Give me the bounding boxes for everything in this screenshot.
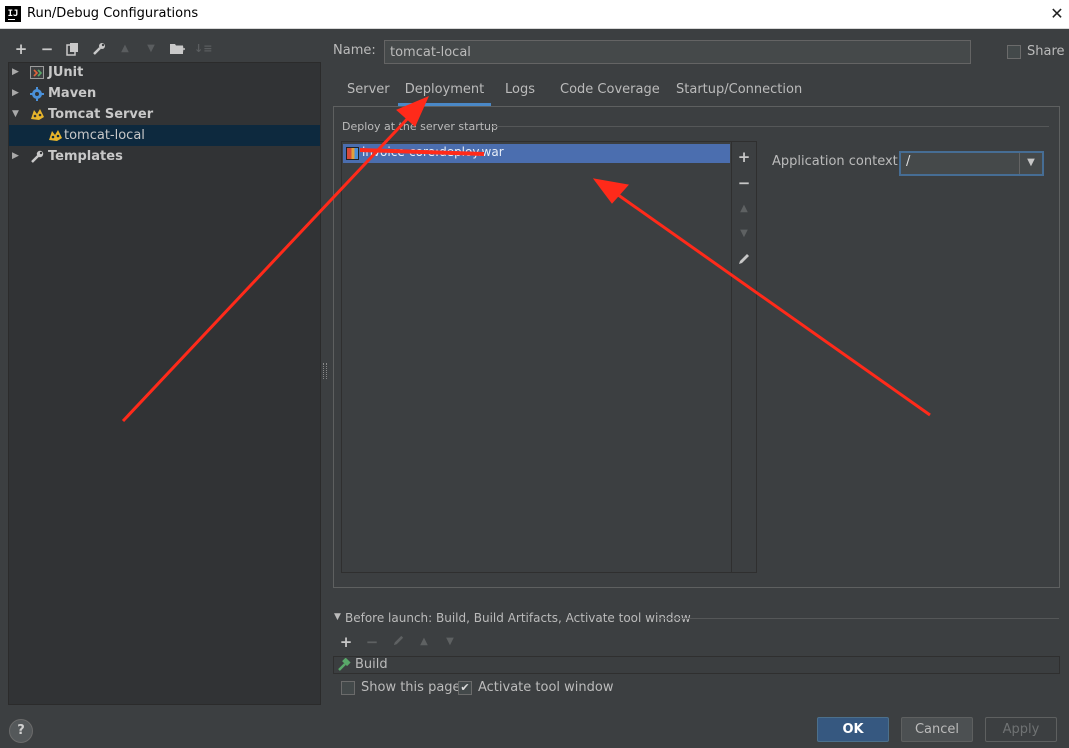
move-up-icon[interactable]: ▲ [736, 201, 752, 217]
wrench-icon[interactable] [90, 40, 108, 58]
remove-artifact-icon[interactable]: − [736, 175, 752, 191]
artifact-name[interactable]: invoice-core:deploy.war [362, 145, 504, 159]
edit-pencil-icon[interactable] [390, 634, 406, 650]
tab-deployment[interactable]: Deployment [398, 82, 491, 106]
add-artifact-icon[interactable]: + [736, 149, 752, 165]
tomcat-icon [30, 107, 45, 122]
activate-tool-window-label[interactable]: Activate tool window [478, 680, 613, 695]
maven-gear-icon [30, 86, 45, 101]
share-checkbox[interactable] [1007, 45, 1021, 59]
application-context-value[interactable]: / [906, 154, 910, 169]
ok-button[interactable]: OK [817, 717, 889, 742]
move-down-icon[interactable]: ▼ [736, 226, 752, 242]
application-context-label: Application context: [772, 154, 903, 169]
edit-pencil-icon[interactable] [736, 252, 752, 268]
hammer-icon [337, 657, 351, 672]
tree-item-templates[interactable]: ▶ Templates [9, 146, 320, 167]
tree-item-label: Tomcat Server [48, 107, 154, 122]
name-input[interactable] [384, 40, 971, 64]
tomcat-icon [48, 128, 63, 143]
wrench-icon [30, 149, 45, 164]
share-label[interactable]: Share [1027, 44, 1065, 59]
cancel-button[interactable]: Cancel [901, 717, 973, 742]
copy-icon[interactable] [64, 40, 82, 58]
tree-item-label: JUnit [48, 65, 84, 80]
tree-item-maven[interactable]: ▶ Maven [9, 83, 320, 104]
junit-icon [30, 65, 45, 80]
tree-item-label: Templates [48, 149, 123, 164]
section-divider [491, 126, 1049, 127]
remove-icon[interactable]: − [38, 40, 56, 58]
move-up-icon[interactable]: ▲ [416, 634, 432, 650]
tree-item-label: Maven [48, 86, 97, 101]
combobox-divider [1019, 153, 1020, 174]
chevron-down-icon[interactable]: ▼ [1023, 155, 1039, 171]
tab-startup-connection[interactable]: Startup/Connection [676, 82, 802, 106]
expand-arrow-icon[interactable]: ▶ [12, 146, 19, 167]
tab-server[interactable]: Server [347, 82, 390, 106]
before-launch-task-list[interactable] [333, 656, 1060, 674]
tree-item-tomcat-server[interactable]: ▼ Tomcat Server [9, 104, 320, 125]
help-button[interactable]: ? [9, 719, 33, 743]
apply-button[interactable]: Apply [985, 717, 1057, 742]
artifact-list[interactable] [341, 141, 757, 573]
show-this-page-checkbox[interactable] [341, 681, 355, 695]
folder-icon[interactable] [168, 40, 186, 58]
section-divider [657, 618, 1059, 619]
expand-arrow-icon[interactable]: ▶ [12, 62, 19, 83]
splitter-handle[interactable] [323, 363, 327, 379]
remove-task-icon[interactable]: − [364, 634, 380, 650]
add-icon[interactable]: + [12, 40, 30, 58]
move-up-icon[interactable]: ▲ [116, 40, 134, 58]
move-down-icon[interactable]: ▼ [442, 634, 458, 650]
add-task-icon[interactable]: + [338, 634, 354, 650]
expand-arrow-icon[interactable]: ▶ [12, 83, 19, 104]
tree-item-label: tomcat-local [64, 128, 145, 143]
move-down-icon[interactable]: ▼ [142, 40, 160, 58]
tab-logs[interactable]: Logs [505, 82, 535, 106]
collapse-arrow-icon[interactable]: ▼ [12, 104, 19, 125]
window-title: Run/Debug Configurations [27, 6, 199, 21]
tab-code-coverage[interactable]: Code Coverage [560, 82, 660, 106]
before-launch-title[interactable]: Before launch: Build, Build Artifacts, A… [345, 611, 691, 625]
task-build[interactable]: Build [355, 657, 388, 672]
sort-icon[interactable]: ↓≡ [194, 40, 212, 58]
close-icon[interactable]: ✕ [1046, 2, 1068, 26]
tree-item-tomcat-local[interactable]: tomcat-local [9, 125, 320, 146]
show-this-page-label[interactable]: Show this page [361, 680, 461, 695]
deploy-section-label: Deploy at the server startup [342, 120, 499, 133]
artifact-war-icon [346, 147, 359, 160]
intellij-logo-icon: IJ [5, 6, 21, 22]
tree-item-junit[interactable]: ▶ JUnit [9, 62, 320, 83]
activate-tool-window-checkbox[interactable]: ✔ [458, 681, 472, 695]
name-label: Name: [333, 43, 376, 58]
collapse-arrow-icon[interactable]: ▼ [334, 612, 341, 622]
